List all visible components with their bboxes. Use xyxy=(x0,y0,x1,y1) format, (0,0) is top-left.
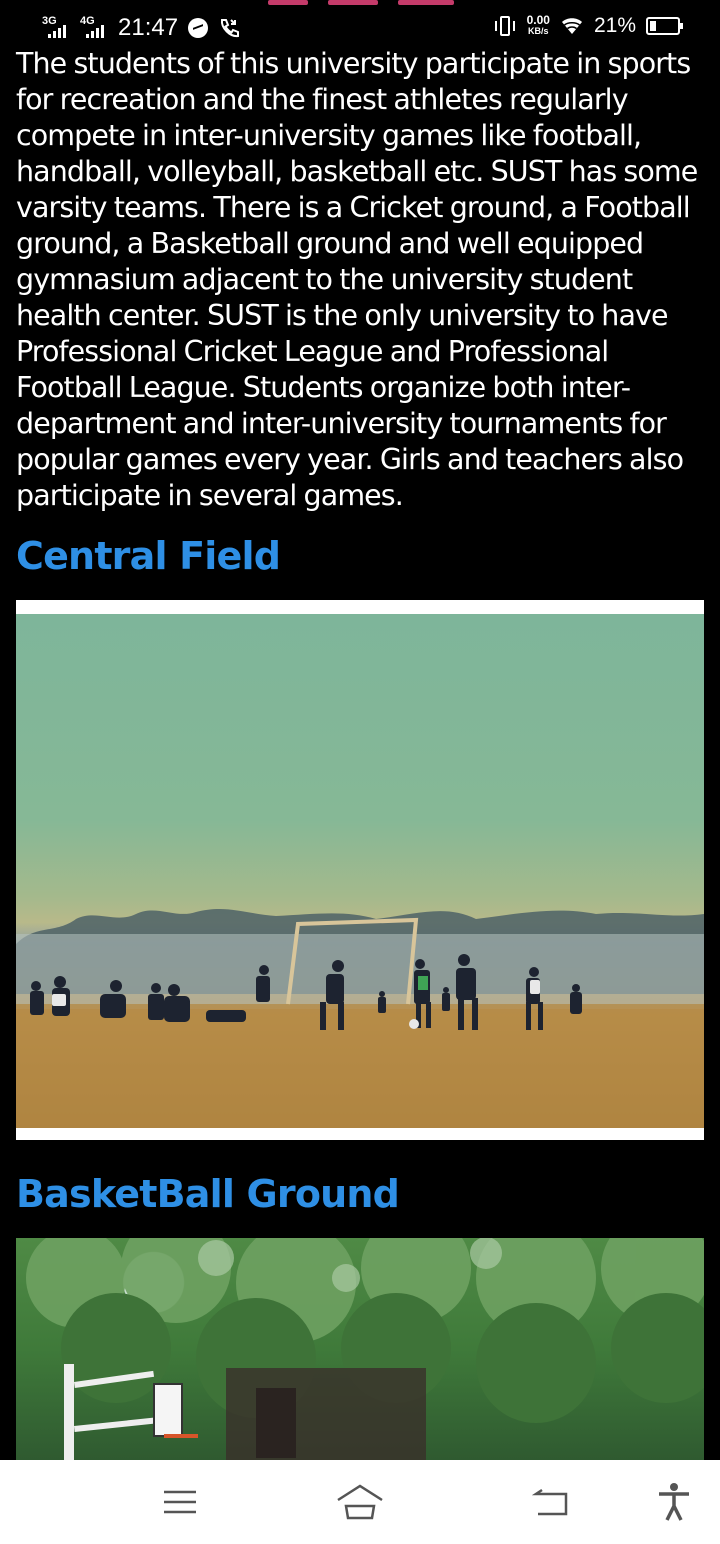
status-left: 3G 4G 21:47 xyxy=(42,14,240,42)
basketball-ground-photo[interactable] xyxy=(16,1238,704,1460)
vibrate-icon xyxy=(493,15,517,37)
status-right: 0.00 KB/s 21% xyxy=(493,13,683,38)
basketball-ground-heading: BasketBall Ground xyxy=(16,1172,400,1216)
signal-3g-icon: 3G xyxy=(42,16,70,40)
wifi-icon xyxy=(561,18,582,34)
article-content: The students of this university particip… xyxy=(16,46,708,514)
battery-percentage: 21% xyxy=(593,14,636,37)
signal-4g-icon: 4G xyxy=(80,16,108,40)
header-decoration xyxy=(268,0,454,6)
network-speed: 0.00 KB/s xyxy=(526,13,550,36)
back-icon[interactable] xyxy=(526,1480,574,1524)
missed-call-icon xyxy=(221,19,240,38)
menu-icon[interactable] xyxy=(156,1480,204,1524)
messenger-icon xyxy=(188,18,209,38)
clock: 21:47 xyxy=(118,14,179,41)
accessibility-icon[interactable] xyxy=(650,1480,698,1524)
sports-paragraph: The students of this university particip… xyxy=(16,47,698,512)
home-icon[interactable] xyxy=(336,1480,384,1524)
battery-icon xyxy=(646,17,683,35)
status-bar: 3G 4G 21:47 0.00 KB/s 21% xyxy=(0,0,720,52)
navigation-bar xyxy=(0,1460,720,1544)
central-field-heading: Central Field xyxy=(16,534,281,578)
central-field-photo-frame xyxy=(16,600,704,1140)
central-field-photo[interactable] xyxy=(16,614,704,1128)
